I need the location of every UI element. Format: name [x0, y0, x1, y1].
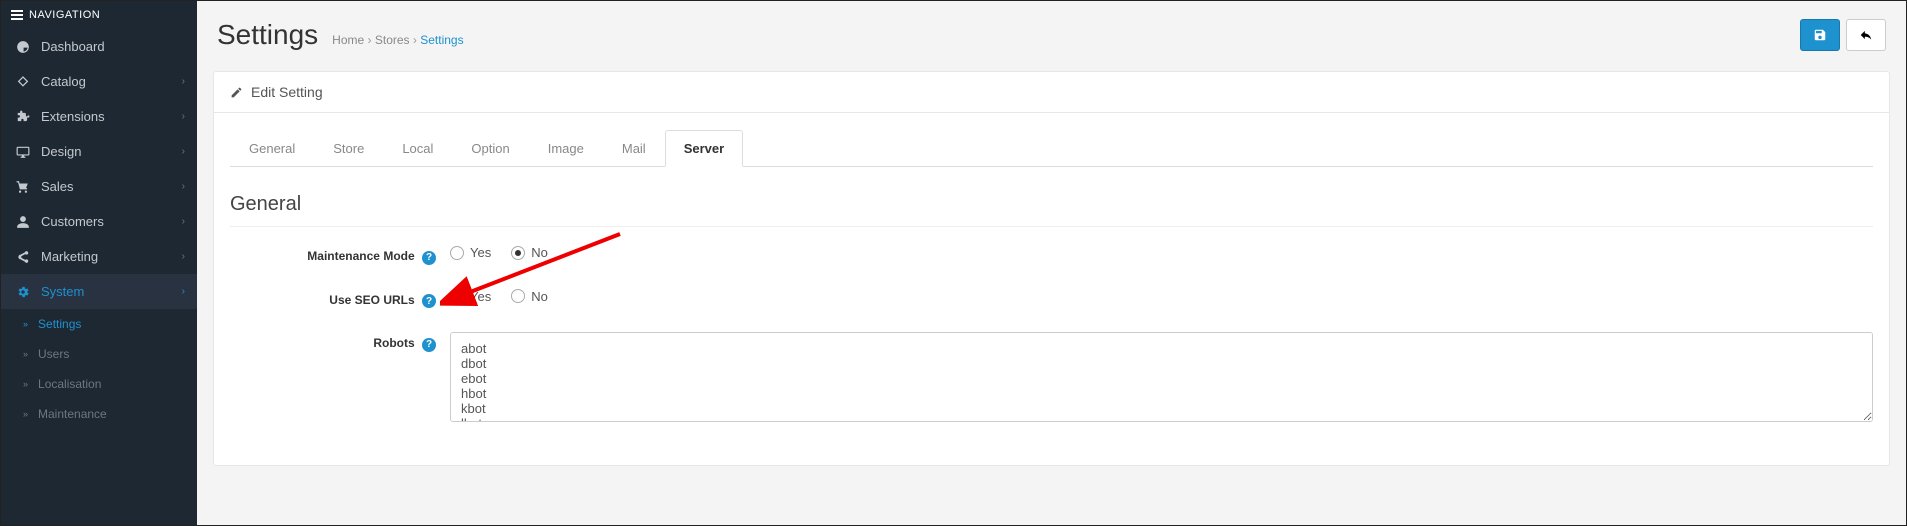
help-icon[interactable]: ? [422, 338, 436, 352]
sidebar-item-design[interactable]: Design › [1, 134, 197, 169]
breadcrumbs: Home › Stores › Settings [332, 33, 463, 47]
reply-icon [1859, 28, 1873, 42]
breadcrumb-home[interactable]: Home [332, 33, 364, 47]
sidebar-subitem-label: Users [38, 347, 69, 361]
sidebar-item-label: Sales [41, 179, 74, 194]
maintenance-label: Maintenance Mode [307, 249, 414, 263]
tab-option[interactable]: Option [452, 130, 528, 167]
radio-icon [511, 246, 525, 260]
settings-panel: Edit Setting General Store Local Option … [213, 71, 1890, 466]
chevron-right-icon: › [182, 286, 185, 297]
help-icon[interactable]: ? [422, 251, 436, 265]
sidebar-item-sales[interactable]: Sales › [1, 169, 197, 204]
tab-general[interactable]: General [230, 130, 314, 167]
sidebar-item-label: Catalog [41, 74, 86, 89]
breadcrumb-settings[interactable]: Settings [420, 33, 463, 47]
sidebar: NAVIGATION Dashboard Catalog › Extension… [1, 1, 197, 525]
tab-mail[interactable]: Mail [603, 130, 665, 167]
page-title: Settings [217, 19, 318, 51]
radio-label: No [531, 245, 548, 260]
nav-header: NAVIGATION [1, 1, 197, 29]
radio-label: Yes [470, 289, 491, 304]
form-row-maintenance: Maintenance Mode ? Yes No [230, 245, 1873, 265]
seo-label: Use SEO URLs [329, 293, 414, 307]
help-icon[interactable]: ? [422, 294, 436, 308]
page-header: Settings Home › Stores › Settings [213, 13, 1890, 57]
double-chevron-icon: » [23, 319, 28, 329]
sidebar-subitem-localisation[interactable]: » Localisation [1, 369, 197, 399]
form-row-seo: Use SEO URLs ? Yes No [230, 289, 1873, 309]
chevron-right-icon: › [182, 251, 185, 262]
sidebar-item-marketing[interactable]: Marketing › [1, 239, 197, 274]
sidebar-item-label: Marketing [41, 249, 98, 264]
robots-label: Robots [373, 336, 414, 350]
double-chevron-icon: » [23, 409, 28, 419]
sidebar-item-extensions[interactable]: Extensions › [1, 99, 197, 134]
panel-heading: Edit Setting [214, 72, 1889, 113]
form-row-robots: Robots ? [230, 332, 1873, 425]
sidebar-item-label: Dashboard [41, 39, 105, 54]
sidebar-item-catalog[interactable]: Catalog › [1, 64, 197, 99]
cart-icon [15, 180, 31, 194]
chevron-right-icon: › [182, 76, 185, 87]
sidebar-subitem-settings[interactable]: » Settings [1, 309, 197, 339]
share-icon [15, 250, 31, 264]
robots-textarea[interactable] [450, 332, 1873, 422]
sidebar-subitem-maintenance[interactable]: » Maintenance [1, 399, 197, 429]
chevron-right-icon: › [182, 181, 185, 192]
main-content: Settings Home › Stores › Settings [197, 1, 1906, 525]
radio-icon [450, 289, 464, 303]
user-icon [15, 215, 31, 229]
panel-title: Edit Setting [251, 84, 323, 100]
tag-icon [15, 75, 31, 89]
radio-label: Yes [470, 245, 491, 260]
sidebar-item-system[interactable]: System › [1, 274, 197, 309]
sidebar-subitem-label: Settings [38, 317, 81, 331]
sidebar-item-dashboard[interactable]: Dashboard [1, 29, 197, 64]
radio-icon [511, 289, 525, 303]
double-chevron-icon: » [23, 349, 28, 359]
radio-label: No [531, 289, 548, 304]
sidebar-item-customers[interactable]: Customers › [1, 204, 197, 239]
maintenance-yes-radio[interactable]: Yes [450, 245, 491, 260]
radio-icon [450, 246, 464, 260]
chevron-right-icon: › [182, 146, 185, 157]
double-chevron-icon: » [23, 379, 28, 389]
sidebar-item-label: Customers [41, 214, 104, 229]
tab-image[interactable]: Image [529, 130, 603, 167]
seo-yes-radio[interactable]: Yes [450, 289, 491, 304]
sidebar-item-label: Extensions [41, 109, 105, 124]
save-icon [1813, 28, 1827, 42]
tab-store[interactable]: Store [314, 130, 383, 167]
hamburger-icon [11, 10, 23, 20]
section-title: General [230, 185, 1873, 227]
chevron-right-icon: › [182, 111, 185, 122]
sidebar-subitem-users[interactable]: » Users [1, 339, 197, 369]
back-button[interactable] [1846, 19, 1886, 51]
sidebar-subitem-label: Maintenance [38, 407, 107, 421]
dashboard-icon [15, 40, 31, 54]
sidebar-item-label: System [41, 284, 84, 299]
sidebar-subitem-label: Localisation [38, 377, 101, 391]
nav-header-label: NAVIGATION [29, 9, 100, 21]
tab-server[interactable]: Server [665, 130, 743, 167]
sidebar-item-label: Design [41, 144, 81, 159]
pencil-icon [230, 86, 243, 99]
gear-icon [15, 285, 31, 299]
chevron-right-icon: › [182, 216, 185, 227]
breadcrumb-stores[interactable]: Stores [375, 33, 410, 47]
tab-local[interactable]: Local [383, 130, 452, 167]
monitor-icon [15, 145, 31, 159]
save-button[interactable] [1800, 19, 1840, 51]
puzzle-icon [15, 110, 31, 124]
tabs: General Store Local Option Image Mail Se… [230, 129, 1873, 167]
maintenance-no-radio[interactable]: No [511, 245, 548, 260]
seo-no-radio[interactable]: No [511, 289, 548, 304]
